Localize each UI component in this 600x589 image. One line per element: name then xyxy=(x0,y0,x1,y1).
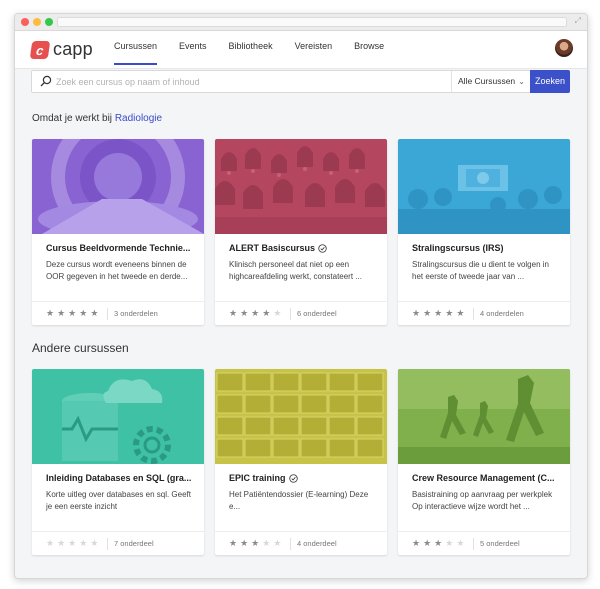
address-bar[interactable] xyxy=(57,17,567,27)
card-footer: ★★★★★ 6 onderdeel xyxy=(215,301,387,325)
other-courses-heading: Andere cursussen xyxy=(32,341,129,355)
rating-stars: ★★★★★ xyxy=(46,308,102,318)
nav-item-cursussen[interactable]: Cursussen xyxy=(103,31,168,69)
course-image-mri xyxy=(32,139,204,234)
course-description: Basistraining op aanvraag per werkplek O… xyxy=(412,490,553,511)
chevron-down-icon: ⌄ xyxy=(518,77,525,86)
rating-stars: ★★★★★ xyxy=(229,538,285,548)
recommended-prefix: Omdat je werkt bij xyxy=(32,113,113,124)
card-footer: ★★★★★ 7 onderdeel xyxy=(32,531,204,555)
course-title[interactable]: Cursus Beeldvormende Technie... xyxy=(46,243,196,253)
course-card[interactable]: Inleiding Databases en SQL (gra... Korte… xyxy=(32,369,204,555)
course-title[interactable]: Inleiding Databases en SQL (gra... xyxy=(46,473,196,483)
search-input[interactable] xyxy=(56,73,446,90)
course-title[interactable]: Stralingscursus (IRS) xyxy=(412,243,562,253)
course-filter-label: Alle Cursussen xyxy=(458,76,516,86)
fullscreen-icon[interactable]: ⤢ xyxy=(575,16,581,26)
rating-stars: ★★★★★ xyxy=(46,538,102,548)
part-count: 6 onderdeel xyxy=(297,309,337,318)
course-image-bells xyxy=(215,139,387,234)
logo[interactable]: c capp xyxy=(29,39,93,60)
card-footer: ★★★★★ 4 onderdeel xyxy=(215,531,387,555)
course-title[interactable]: ALERT Basiscursus xyxy=(229,243,379,253)
course-image-runners xyxy=(398,369,570,464)
course-card[interactable]: Crew Resource Management (C... Basistrai… xyxy=(398,369,570,555)
course-filter-select[interactable]: Alle Cursussen ⌄ xyxy=(451,71,531,92)
avatar[interactable] xyxy=(555,39,573,57)
course-title[interactable]: Crew Resource Management (C... xyxy=(412,473,562,483)
course-title[interactable]: EPIC training xyxy=(229,473,379,483)
top-nav: c capp Cursussen Events Bibliotheek Vere… xyxy=(15,31,587,69)
course-card[interactable]: Cursus Beeldvormende Technie... Deze cur… xyxy=(32,139,204,325)
nav-item-events[interactable]: Events xyxy=(168,31,218,69)
course-description: Het Patiëntendossier (E-learning) Deze e… xyxy=(229,490,369,511)
course-card[interactable]: ALERT Basiscursus Klinisch personeel dat… xyxy=(215,139,387,325)
recommended-heading: Omdat je werkt bij Radiologie xyxy=(32,113,162,124)
search-button[interactable]: Zoeken xyxy=(530,70,570,93)
nav-item-bibliotheek[interactable]: Bibliotheek xyxy=(218,31,284,69)
course-description: Deze cursus wordt eveneens binnen de OOR… xyxy=(46,260,188,281)
logo-mark: c xyxy=(29,40,51,59)
card-footer: ★★★★★ 4 onderdelen xyxy=(398,301,570,325)
course-description: Stralingscursus die u dient te volgen in… xyxy=(412,260,549,281)
close-window-button[interactable] xyxy=(21,18,29,26)
course-image-drawers xyxy=(215,369,387,464)
course-description: Klinisch personeel dat niet op een highc… xyxy=(229,260,362,281)
course-card[interactable]: EPIC training Het Patiëntendossier (E-le… xyxy=(215,369,387,555)
search-bar: Alle Cursussen ⌄ Zoeken xyxy=(31,70,570,93)
search-icon xyxy=(40,75,52,87)
rating-stars: ★★★★★ xyxy=(229,308,285,318)
maximize-window-button[interactable] xyxy=(45,18,53,26)
course-image-sign xyxy=(398,139,570,234)
rating-stars: ★★★★★ xyxy=(412,308,468,318)
title-bar: ⤢ xyxy=(15,14,587,31)
verified-icon xyxy=(318,243,327,253)
department-link[interactable]: Radiologie xyxy=(115,113,162,124)
part-count: 7 onderdeel xyxy=(114,539,154,548)
verified-icon xyxy=(288,473,298,483)
nav-items: Cursussen Events Bibliotheek Vereisten B… xyxy=(103,31,395,69)
browser-window: ⤢ c capp Cursussen Events Bibliotheek Ve… xyxy=(14,13,588,579)
part-count: 5 onderdeel xyxy=(480,539,520,548)
part-count: 3 onderdelen xyxy=(114,309,158,318)
course-card[interactable]: Stralingscursus (IRS) Stralingscursus di… xyxy=(398,139,570,325)
rating-stars: ★★★★★ xyxy=(412,538,468,548)
logo-text: capp xyxy=(53,39,93,59)
card-footer: ★★★★★ 3 onderdelen xyxy=(32,301,204,325)
course-description: Korte uitleg over databases en sql. Geef… xyxy=(46,490,191,511)
part-count: 4 onderdelen xyxy=(480,309,524,318)
minimize-window-button[interactable] xyxy=(33,18,41,26)
card-footer: ★★★★★ 5 onderdeel xyxy=(398,531,570,555)
course-image-database xyxy=(32,369,204,464)
nav-item-vereisten[interactable]: Vereisten xyxy=(284,31,344,69)
nav-item-browse[interactable]: Browse xyxy=(343,31,395,69)
part-count: 4 onderdeel xyxy=(297,539,337,548)
